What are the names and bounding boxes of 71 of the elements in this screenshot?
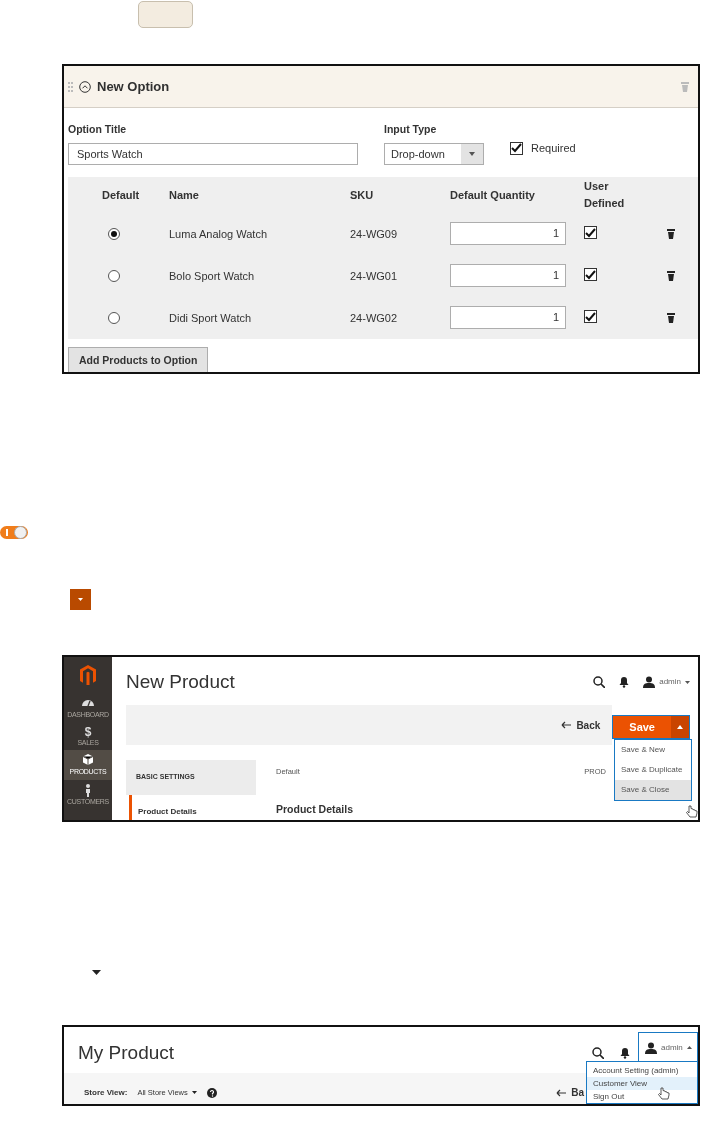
menu-item[interactable]: Save & New [615, 740, 691, 760]
section-title: Product Details [276, 802, 354, 817]
radio-button[interactable] [108, 311, 120, 324]
bell-icon[interactable] [620, 1047, 630, 1059]
checkbox[interactable] [584, 226, 597, 239]
caret-icon [685, 680, 690, 684]
table-cell-text: Bolo Sport Watch [169, 268, 256, 284]
trash-icon[interactable] [666, 311, 676, 324]
caret-icon [78, 598, 83, 601]
help-icon[interactable] [206, 1087, 217, 1098]
save-split-button[interactable]: Save [612, 715, 690, 739]
page-title: My Product [78, 1040, 176, 1065]
table-cell-text: Luma Analog Watch [169, 226, 269, 242]
user-icon [643, 676, 656, 688]
user-menu[interactable]: admin [643, 676, 690, 688]
checkbox-label: Required [531, 141, 576, 156]
caret-icon [191, 1091, 197, 1094]
checkbox[interactable] [584, 310, 597, 323]
panel-title: New Option [97, 77, 170, 96]
field-label: Option Title [68, 122, 128, 137]
arrow-left-icon [556, 1088, 567, 1097]
dropdown-value: Drop-down [390, 146, 446, 162]
checkbox[interactable] [584, 268, 597, 281]
radio-button[interactable] [108, 269, 120, 282]
page-title: New Product [126, 669, 236, 694]
collapse-icon[interactable] [79, 80, 91, 93]
quantity-field[interactable]: 1 [450, 264, 566, 288]
table-cell-text: Didi Sport Watch [169, 310, 253, 326]
quantity-field[interactable]: 1 [450, 306, 566, 330]
caret-icon [686, 1046, 692, 1049]
table-cell-text: 24-WG01 [350, 268, 399, 284]
user-icon [645, 1041, 657, 1054]
trash-icon[interactable] [666, 227, 676, 240]
menu-item[interactable]: Customer View [587, 1077, 697, 1090]
column-header: Default [102, 187, 141, 203]
dropdown-field[interactable]: Drop-down [384, 142, 484, 165]
user-menu[interactable]: admin [638, 1032, 698, 1062]
caret-up-icon [677, 725, 683, 729]
back-link[interactable]: Back [561, 717, 601, 733]
radio-button[interactable] [108, 227, 120, 240]
logo-icon[interactable] [80, 665, 96, 685]
bell-icon[interactable] [619, 676, 630, 688]
quantity-field[interactable]: 1 [450, 222, 566, 246]
menu-item[interactable]: Account Setting (admin) [587, 1064, 697, 1077]
search-icon[interactable] [593, 676, 606, 688]
search-icon[interactable] [592, 1047, 604, 1059]
back-link[interactable]: Ba [556, 1085, 584, 1100]
caret-icon [92, 970, 101, 975]
column-header: User Defined [584, 179, 624, 211]
table-cell-text: 24-WG02 [350, 310, 399, 326]
add-products-button[interactable]: Add Products to Option [68, 346, 209, 372]
hand-cursor-icon [657, 1087, 670, 1100]
box-icon [81, 753, 95, 767]
toggle-switch[interactable] [0, 526, 28, 539]
dollar-icon: $ [84, 725, 92, 738]
column-header: SKU [350, 187, 375, 203]
required-checkbox[interactable] [510, 141, 523, 155]
table-cell-text: 24-WG09 [350, 226, 399, 242]
menu-item[interactable]: Save & Close [615, 780, 691, 800]
field-label: Store View: [84, 1086, 128, 1099]
arrow-left-icon [561, 721, 572, 729]
menu-item[interactable]: Save & Duplicate [615, 760, 691, 780]
drag-handle-icon[interactable] [68, 81, 73, 92]
column-header: Default Quantity [450, 187, 536, 203]
text-field[interactable]: Sports Watch [68, 142, 358, 165]
nav-item[interactable]: Product Details [129, 795, 256, 820]
field-label: Input Type [384, 122, 438, 137]
column-header: Name [169, 187, 200, 203]
menu-item[interactable]: Sign Out [587, 1090, 697, 1103]
trash-icon[interactable] [666, 269, 676, 282]
caret-icon[interactable] [469, 151, 475, 156]
